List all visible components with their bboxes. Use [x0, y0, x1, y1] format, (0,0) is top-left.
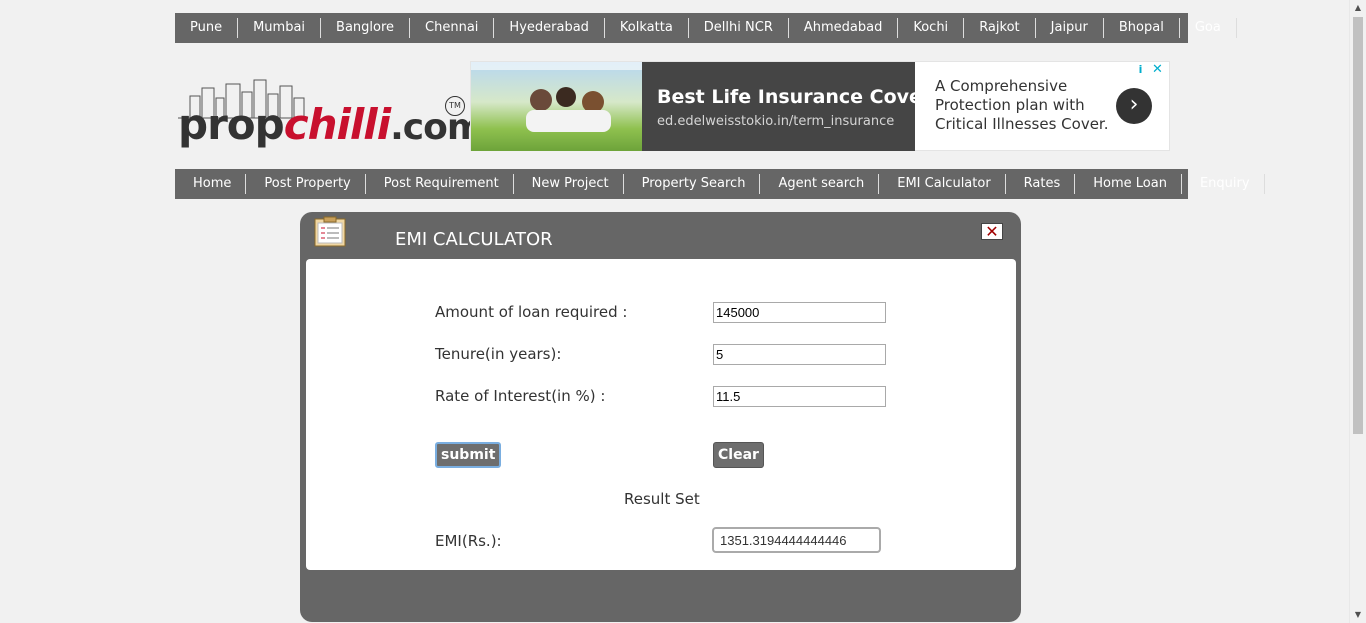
- main-nav-item-post-requirement[interactable]: Post Requirement: [366, 174, 514, 194]
- ad-family-image: [471, 62, 642, 151]
- ad-arrow-icon[interactable]: ›: [1116, 88, 1152, 124]
- scroll-thumb[interactable]: [1353, 17, 1363, 434]
- tenure-input[interactable]: [713, 344, 886, 365]
- modal-body: Amount of loan required : Tenure(in year…: [306, 259, 1016, 570]
- city-nav-item-goa[interactable]: Goa: [1180, 18, 1237, 38]
- emi-label: EMI(Rs.):: [435, 532, 502, 550]
- modal-title: EMI CALCULATOR: [395, 229, 553, 250]
- close-icon[interactable]: ✕: [981, 223, 1003, 240]
- ad-info-icon[interactable]: i: [1133, 62, 1148, 77]
- emi-calculator-modal: EMI CALCULATOR ✕ Amount of loan required…: [300, 212, 1021, 622]
- city-nav-item-jaipur[interactable]: Jaipur: [1036, 18, 1104, 38]
- interest-rate-label: Rate of Interest(in %) :: [435, 387, 606, 405]
- city-nav-item-kolkatta[interactable]: Kolkatta: [605, 18, 689, 38]
- loan-amount-label: Amount of loan required :: [435, 303, 628, 321]
- city-nav-item-mumbai[interactable]: Mumbai: [238, 18, 322, 38]
- ad-close-icon[interactable]: ✕: [1150, 62, 1165, 77]
- main-nav-item-emi-calculator[interactable]: EMI Calculator: [879, 174, 1006, 194]
- city-nav: Pune Mumbai Banglore Chennai Hyederabad Kolka…: [175, 13, 1237, 43]
- page-scrollbar[interactable]: ▲ ▼: [1349, 0, 1366, 623]
- loan-amount-input[interactable]: [713, 302, 886, 323]
- city-nav-item-rajkot[interactable]: Rajkot: [964, 18, 1036, 38]
- city-nav-item-ahmedabad[interactable]: Ahmedabad: [789, 18, 899, 38]
- advertisement-banner[interactable]: Best Life Insurance Cover ed.edelweissto…: [470, 61, 1170, 151]
- emi-result-field[interactable]: [712, 527, 881, 553]
- city-nav-item-banglore[interactable]: Banglore: [321, 18, 411, 38]
- clear-button[interactable]: Clear: [713, 442, 764, 468]
- main-nav-item-property-search[interactable]: Property Search: [624, 174, 761, 194]
- logo-chilli: chilli: [283, 100, 391, 149]
- ad-description[interactable]: A Comprehensive Protection plan with Cri…: [935, 77, 1115, 134]
- propchilli-logo[interactable]: propchilli.com TM: [178, 78, 484, 154]
- ad-headline-block[interactable]: Best Life Insurance Cover ed.edelweissto…: [642, 62, 931, 151]
- tenure-label: Tenure(in years):: [435, 345, 562, 363]
- main-nav-item-enquiry[interactable]: Enquiry: [1182, 174, 1265, 194]
- main-nav-item-home-loan[interactable]: Home Loan: [1075, 174, 1182, 194]
- city-nav-item-pune[interactable]: Pune: [175, 18, 239, 38]
- result-set-heading: Result Set: [624, 490, 700, 508]
- clipboard-icon: [314, 216, 346, 247]
- main-nav-item-post-property[interactable]: Post Property: [246, 174, 366, 194]
- city-nav-item-kochi[interactable]: Kochi: [898, 18, 965, 38]
- ad-url[interactable]: ed.edelweisstokio.in/term_insurance: [657, 114, 894, 129]
- ad-headline[interactable]: Best Life Insurance Cover: [657, 86, 931, 108]
- main-nav-item-new-project[interactable]: New Project: [514, 174, 624, 194]
- city-nav-item-bhopal[interactable]: Bhopal: [1104, 18, 1180, 38]
- scroll-up-arrow-icon[interactable]: ▲: [1350, 0, 1366, 16]
- logo-prop: prop: [178, 100, 285, 149]
- main-nav-item-agent-search[interactable]: Agent search: [760, 174, 880, 194]
- city-nav-item-dellhi-ncr[interactable]: Dellhi NCR: [689, 18, 789, 38]
- main-nav: Home Post Property Post Requirement New Pro…: [175, 169, 1265, 199]
- logo-text: propchilli.com: [178, 100, 484, 153]
- interest-rate-input[interactable]: [713, 386, 886, 407]
- submit-button[interactable]: submit: [435, 442, 502, 468]
- city-nav-item-hyederabad[interactable]: Hyederabad: [494, 18, 605, 38]
- trademark-badge: TM: [445, 96, 465, 116]
- main-nav-item-rates[interactable]: Rates: [1006, 174, 1076, 194]
- main-nav-item-home[interactable]: Home: [175, 174, 247, 194]
- scroll-down-arrow-icon[interactable]: ▼: [1350, 607, 1366, 623]
- city-nav-item-chennai[interactable]: Chennai: [410, 18, 495, 38]
